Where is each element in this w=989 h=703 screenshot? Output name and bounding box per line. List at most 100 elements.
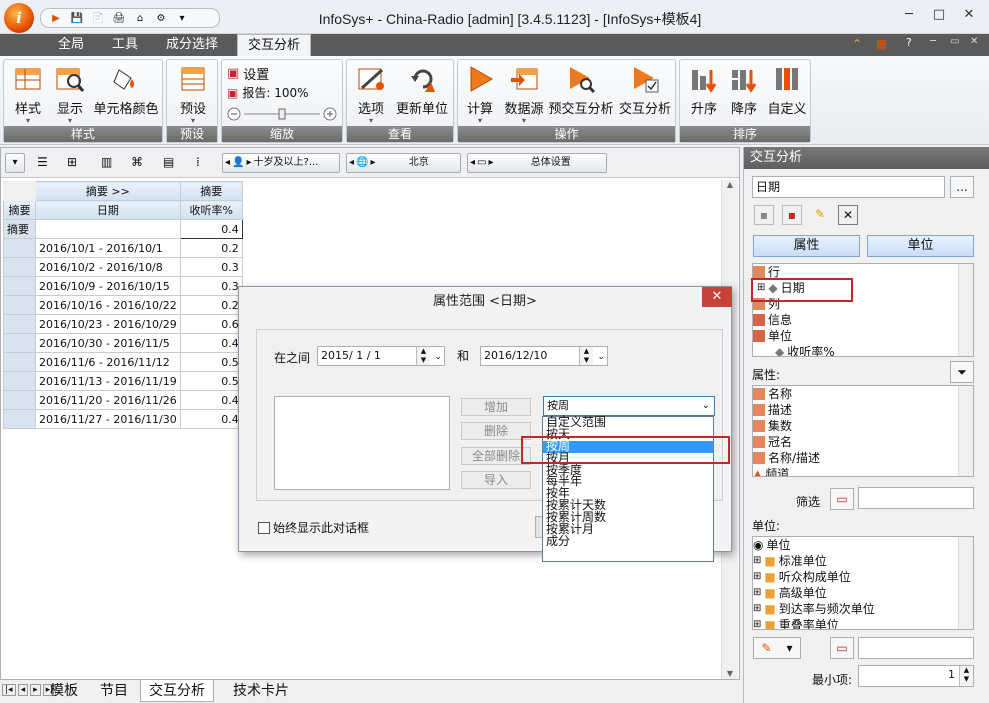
mdi-close-icon[interactable]: ✕ — [970, 36, 978, 47]
value-cell[interactable]: 0.3 — [179, 276, 243, 296]
header-row-label[interactable]: 摘要 — [3, 200, 36, 220]
add-button[interactable]: 增加 — [461, 398, 531, 416]
import-button[interactable]: 导入 — [461, 471, 531, 489]
prev-tab-icon[interactable]: ◂ — [17, 684, 29, 696]
tab-tech-card[interactable]: 技术卡片 — [225, 680, 297, 702]
population-button[interactable]: ◂ ▭ ▸ 总体设置 — [467, 153, 607, 173]
list-item[interactable]: 集数 — [753, 418, 973, 434]
tree-item[interactable]: ⊞ ■ 到达率与频次单位 — [753, 601, 973, 617]
value-cell[interactable]: 0.5 — [179, 371, 243, 391]
report-zoom[interactable]: ▣ 报告: 100% — [227, 84, 309, 101]
dialog-close-button[interactable]: ✕ — [702, 287, 732, 307]
unit-tab-button[interactable]: 单位 — [867, 235, 974, 257]
attributes-scrollbar[interactable] — [958, 386, 973, 476]
cell-color-button[interactable]: 单元格颜色 — [92, 64, 160, 117]
print-icon[interactable]: 🖨 — [110, 11, 128, 25]
expand-plus-icon[interactable]: ⊞ — [753, 617, 761, 629]
tree-item[interactable]: ⊞ ■ 标准单位 — [753, 553, 973, 569]
tab-component-selection[interactable]: 成分选择 — [156, 34, 228, 56]
end-date-field[interactable]: 2016/12/10 ▲ ▼ ⌄ — [480, 346, 608, 366]
zoom-settings[interactable]: ▣ 设置 — [227, 64, 269, 83]
sort-ascending-button[interactable]: 升序 — [686, 64, 722, 117]
end-date-spinner[interactable]: ▲ ▼ — [579, 347, 593, 365]
expand-plus-icon[interactable]: ⊞ — [753, 569, 761, 585]
edit-pencil-icon[interactable]: ✎ — [810, 205, 830, 225]
option-component[interactable]: 成分 — [543, 535, 713, 548]
start-date-field[interactable]: 2015/ 1 / 1 ▲ ▼ ⌄ — [317, 346, 445, 366]
customize-qat-icon[interactable]: ▾ — [173, 11, 191, 25]
options-button[interactable]: 选项 ▾ — [353, 64, 389, 125]
ellipsis-button[interactable]: ... — [950, 176, 974, 198]
period-select[interactable]: 按周 ⌄ — [543, 396, 715, 416]
data-source-button[interactable]: 数据源 ▾ — [502, 64, 546, 125]
header-summary-expand[interactable]: 摘要 >> — [35, 181, 181, 201]
delete-x-icon[interactable]: ✕ — [838, 205, 858, 225]
min-items-spinner[interactable]: ▲ ▼ — [959, 666, 973, 686]
start-date-spinner[interactable]: ▲ ▼ — [416, 347, 430, 365]
always-show-checkbox[interactable]: 始终显示此对话框 — [258, 519, 369, 536]
update-units-button[interactable]: 更新单位 — [393, 64, 451, 117]
help-icon[interactable]: ? — [906, 36, 912, 49]
hierarchy-icon[interactable]: ⌘ — [131, 155, 143, 169]
minimize-button[interactable]: ─ — [895, 6, 923, 24]
expand-plus-icon[interactable]: ⊞ — [753, 553, 761, 569]
tree-item[interactable]: ◉ 单位 — [753, 537, 973, 553]
mdi-minimize-icon[interactable]: ─ — [930, 36, 936, 47]
tree-item-rating[interactable]: ◆ 收听率% — [753, 344, 973, 356]
list-item[interactable]: ▲ 频道 — [753, 466, 973, 476]
attribute-tab-button[interactable]: 属性 — [753, 235, 860, 257]
unit-filter-toggle-icon[interactable]: ▭ — [830, 637, 854, 659]
unit-tools-button[interactable]: ✎ ▾ — [753, 637, 801, 659]
age-filter-button[interactable]: ◂ 👤 ▸ 十岁及以上?... — [222, 153, 340, 173]
tab-interactive-analysis[interactable]: 交互分析 — [237, 34, 312, 56]
range-listbox[interactable] — [274, 396, 450, 490]
value-cell[interactable]: 0.2 — [179, 238, 243, 258]
save-icon[interactable]: 💾 — [68, 11, 86, 25]
collapse-ribbon-icon[interactable]: ⌃ — [852, 37, 862, 51]
tree-item[interactable]: ⊞ ■ 高级单位 — [753, 585, 973, 601]
list-view-icon[interactable]: ☰ — [37, 155, 48, 169]
first-tab-icon[interactable]: |◂ — [2, 684, 16, 696]
field-input[interactable]: 日期 — [752, 176, 945, 198]
list-item[interactable]: 名称 — [753, 386, 973, 402]
checkbox-box[interactable] — [258, 521, 270, 534]
tab-program[interactable]: 节目 — [92, 680, 136, 702]
tree-item[interactable]: ⊞ ■ 重叠率单位 — [753, 617, 973, 629]
maximize-button[interactable]: □ — [925, 6, 953, 24]
interactive-analysis-button[interactable]: 交互分析 — [616, 64, 674, 117]
expand-plus-icon[interactable]: ⊞ — [753, 585, 761, 601]
filter-funnel-icon[interactable]: ⏷ — [950, 361, 974, 383]
tree-item[interactable]: ⊞ ■ 听众构成单位 — [753, 569, 973, 585]
list-item[interactable]: 冠名 — [753, 434, 973, 450]
settings-icon[interactable]: ⚙ — [152, 11, 170, 25]
value-cell[interactable]: 0.4 — [179, 409, 243, 429]
header-rating[interactable]: 收听率% — [179, 200, 243, 220]
value-cell[interactable]: 0.4 — [179, 333, 243, 353]
custom-sort-button[interactable]: 自定义 — [766, 64, 808, 117]
end-date-dropdown-icon[interactable]: ⌄ — [597, 348, 605, 366]
next-tab-icon[interactable]: ▸ — [30, 684, 41, 696]
table-icon[interactable]: ▤ — [163, 155, 174, 169]
mdi-restore-icon[interactable]: ▭ — [950, 36, 959, 47]
zoom-slider[interactable] — [226, 106, 338, 122]
tab-tools[interactable]: 工具 — [102, 34, 148, 56]
layout-grid-icon[interactable]: ▦ — [876, 37, 887, 51]
min-items-input[interactable]: 1 ▲ ▼ — [858, 665, 974, 687]
new-document-icon[interactable]: 📄 — [89, 11, 107, 25]
calculate-button[interactable]: 计算 ▾ — [462, 64, 498, 125]
units-scrollbar[interactable] — [958, 537, 973, 629]
tree-item-info[interactable]: 信息 — [753, 312, 973, 328]
sort-descending-button[interactable]: 降序 — [726, 64, 762, 117]
home-icon[interactable]: ⌂ — [131, 11, 149, 25]
tab-interactive-analysis-sheet[interactable]: 交互分析 — [140, 680, 214, 702]
header-summary[interactable]: 摘要 — [179, 181, 243, 201]
tab-template[interactable]: 模板 — [42, 680, 86, 702]
app-logo[interactable]: i — [4, 3, 34, 33]
close-button[interactable]: ✕ — [955, 6, 983, 24]
list-item[interactable]: 描述 — [753, 402, 973, 418]
filter-input[interactable] — [858, 487, 974, 509]
save-red-icon[interactable]: ▪ — [782, 205, 802, 225]
tree-scrollbar[interactable] — [958, 264, 973, 356]
start-date-dropdown-icon[interactable]: ⌄ — [434, 348, 442, 366]
value-cell[interactable]: 0.6 — [179, 314, 243, 334]
